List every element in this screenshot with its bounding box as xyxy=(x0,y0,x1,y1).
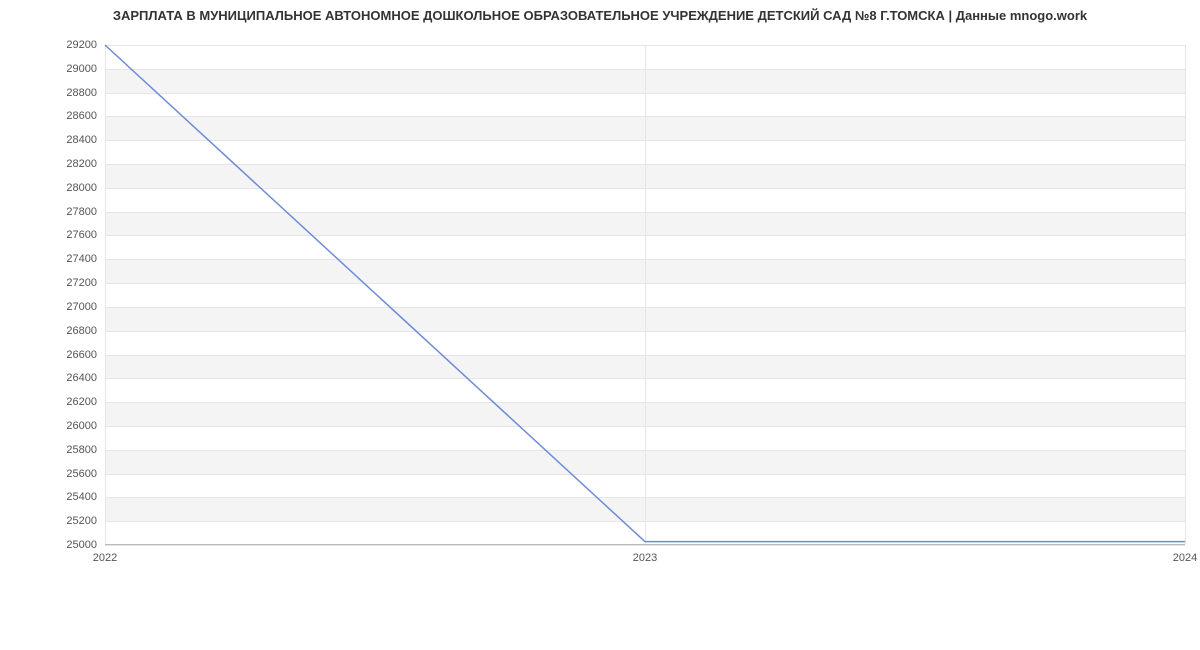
y-tick-label: 29200 xyxy=(66,39,97,51)
y-tick-label: 26000 xyxy=(66,420,97,432)
y-tick-label: 27400 xyxy=(66,253,97,265)
chart-container: ЗАРПЛАТА В МУНИЦИПАЛЬНОЕ АВТОНОМНОЕ ДОШК… xyxy=(0,0,1200,650)
y-tick-label: 28800 xyxy=(66,87,97,99)
x-tick-label: 2024 xyxy=(1173,552,1197,564)
y-tick-label: 27800 xyxy=(66,206,97,218)
y-tick-label: 28200 xyxy=(66,158,97,170)
y-tick-label: 28400 xyxy=(66,134,97,146)
gridline-horizontal xyxy=(105,545,1185,546)
chart-title: ЗАРПЛАТА В МУНИЦИПАЛЬНОЕ АВТОНОМНОЕ ДОШК… xyxy=(0,8,1200,23)
y-tick-label: 25000 xyxy=(66,539,97,551)
y-tick-label: 25600 xyxy=(66,468,97,480)
line-layer xyxy=(105,45,1185,544)
y-tick-label: 28000 xyxy=(66,182,97,194)
y-tick-label: 28600 xyxy=(66,110,97,122)
y-tick-label: 26800 xyxy=(66,325,97,337)
y-tick-label: 27000 xyxy=(66,301,97,313)
y-tick-label: 25800 xyxy=(66,444,97,456)
y-tick-label: 27200 xyxy=(66,277,97,289)
y-tick-label: 26600 xyxy=(66,349,97,361)
y-tick-label: 26200 xyxy=(66,396,97,408)
gridline-vertical xyxy=(1185,45,1186,544)
series-line xyxy=(105,45,1185,542)
y-tick-label: 29000 xyxy=(66,63,97,75)
y-tick-label: 27600 xyxy=(66,229,97,241)
x-tick-label: 2022 xyxy=(93,552,117,564)
y-tick-label: 25200 xyxy=(66,515,97,527)
plot-area: 2500025200254002560025800260002620026400… xyxy=(105,45,1185,545)
y-tick-label: 25400 xyxy=(66,491,97,503)
y-tick-label: 26400 xyxy=(66,372,97,384)
x-tick-label: 2023 xyxy=(633,552,657,564)
